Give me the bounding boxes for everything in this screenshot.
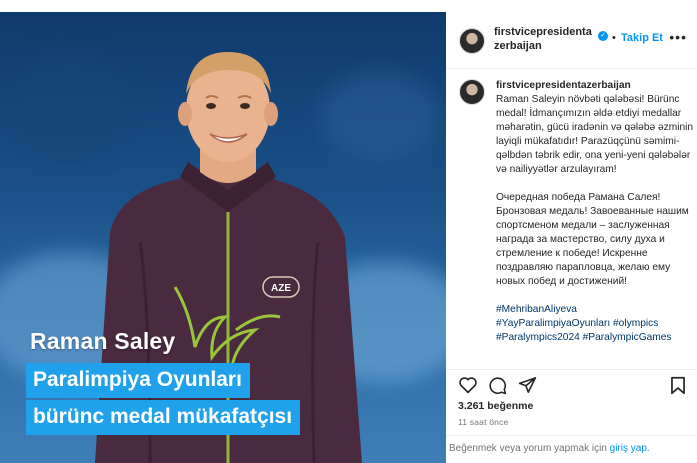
- hashtag-line-1[interactable]: #MehribanAliyeva: [496, 303, 694, 317]
- aze-badge: AZE: [271, 283, 291, 294]
- header-username[interactable]: firstvicepresidentazerbaijan: [494, 25, 596, 53]
- likes-count[interactable]: 3.261 beğenme: [458, 400, 533, 412]
- caption-az: Raman Saleyin növbəti qələbəsi! Bürünc m…: [496, 94, 694, 175]
- login-link[interactable]: giriş yap: [610, 443, 647, 454]
- action-bar: [446, 369, 697, 399]
- login-prompt-end: .: [646, 443, 650, 454]
- post-header: firstvicepresidentazerbaijan ✓ • Takip E…: [446, 12, 697, 69]
- header-separator: •: [612, 32, 616, 44]
- caption-text: firstvicepresidentazerbaijan Raman Saley…: [496, 79, 694, 345]
- caption-username[interactable]: firstvicepresidentazerbaijan: [496, 80, 631, 91]
- login-prompt-text: Beğenmek veya yorum yapmak için: [449, 443, 607, 454]
- more-icon[interactable]: •••: [669, 29, 687, 45]
- caption-title-line1: Paralimpiya Oyunları: [26, 363, 250, 398]
- share-icon[interactable]: [518, 376, 537, 394]
- verified-icon: ✓: [598, 31, 608, 41]
- athlete-name-caption: Raman Saley: [30, 328, 176, 354]
- hashtag-line-3[interactable]: #Paralympics2024 #ParalympicGames: [496, 331, 694, 345]
- post-sidebar: firstvicepresidentazerbaijan ✓ • Takip E…: [446, 12, 697, 463]
- bookmark-icon[interactable]: [670, 376, 686, 395]
- avatar[interactable]: [459, 28, 485, 54]
- instagram-post-frame: AZE Raman Saley Paralimpiya Oyunları bür…: [0, 0, 697, 463]
- post-image[interactable]: AZE Raman Saley Paralimpiya Oyunları bür…: [0, 12, 446, 463]
- heart-icon[interactable]: [458, 376, 478, 394]
- login-to-comment: Beğenmek veya yorum yapmak için giriş ya…: [446, 435, 697, 463]
- caption-title-line2: bürünc medal mükafatçısı: [26, 400, 301, 435]
- caption-avatar[interactable]: [459, 79, 485, 105]
- caption-area[interactable]: firstvicepresidentazerbaijan Raman Saley…: [446, 69, 697, 370]
- follow-button[interactable]: Takip Et: [621, 32, 663, 44]
- hashtag-line-2[interactable]: #YayParalimpiyaOyunları #olympics: [496, 317, 694, 331]
- post-timestamp[interactable]: 11 saat önce: [458, 417, 508, 427]
- caption-ru: Очередная победа Рамана Салея! Бронзовая…: [496, 192, 689, 287]
- comment-icon[interactable]: [488, 376, 507, 395]
